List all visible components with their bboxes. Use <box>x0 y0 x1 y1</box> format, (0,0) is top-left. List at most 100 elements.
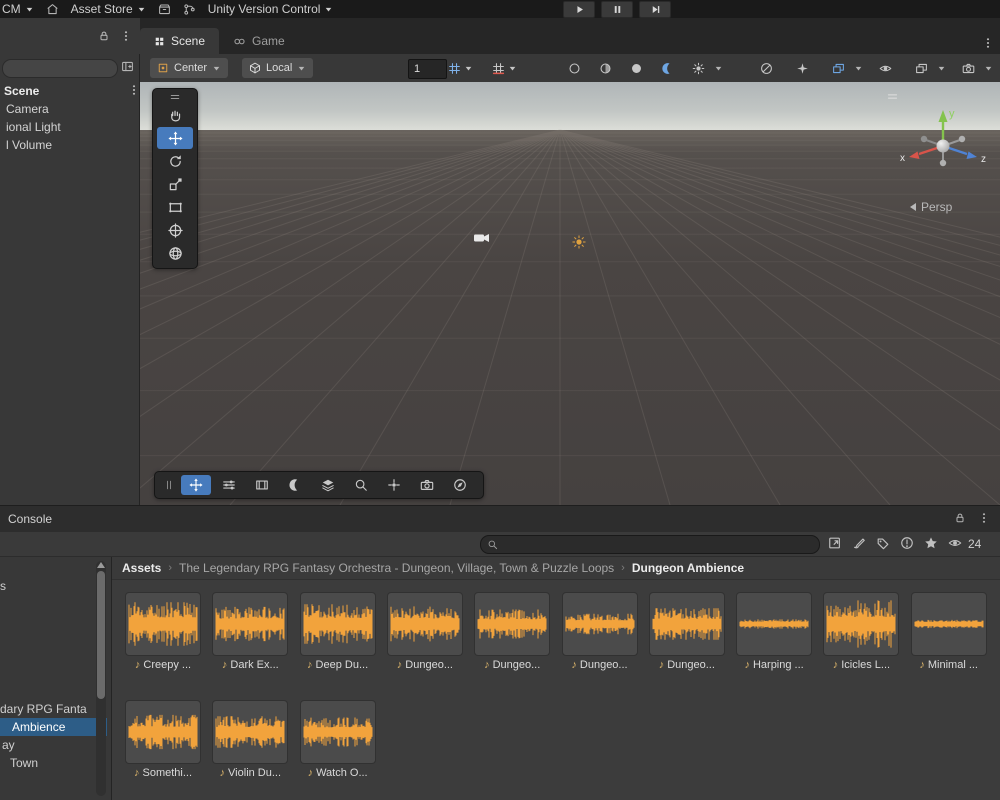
project-search-input[interactable] <box>502 538 819 552</box>
scene-grid-ground[interactable] <box>140 82 1000 505</box>
kebab-menu-icon[interactable] <box>978 512 990 524</box>
audio-waveform-thumbnail[interactable] <box>213 701 287 763</box>
tag-button[interactable] <box>876 536 890 550</box>
play-button[interactable] <box>563 1 595 18</box>
asset-tile[interactable]: ♪Deep Du... <box>301 593 375 671</box>
move-overlay-button[interactable] <box>181 475 211 495</box>
hierarchy-search[interactable] <box>2 59 118 78</box>
audio-waveform-thumbnail[interactable] <box>213 593 287 655</box>
asset-tile[interactable]: ♪Dark Ex... <box>213 593 287 671</box>
scene-viewport[interactable]: y x z Persp <box>140 82 1000 505</box>
step-button[interactable] <box>639 1 671 18</box>
rotate-tool-button[interactable] <box>157 150 193 172</box>
breadcrumb-item[interactable]: Dungeon Ambience <box>632 561 744 575</box>
kebab-menu-icon[interactable] <box>982 37 994 49</box>
kebab-menu-icon[interactable] <box>120 30 132 42</box>
speaker-mute-toggle[interactable] <box>752 58 780 78</box>
asset-tile[interactable]: ♪Watch O... <box>301 701 375 779</box>
audio-waveform-thumbnail[interactable] <box>126 701 200 763</box>
hidden-items-eye-icon[interactable] <box>948 536 962 550</box>
asset-tile[interactable]: ♪Dungeo... <box>563 593 637 671</box>
camera-toggle[interactable] <box>954 58 993 78</box>
overlay-drag-handle[interactable] <box>153 91 197 103</box>
audio-waveform-thumbnail[interactable] <box>301 701 375 763</box>
hierarchy-item[interactable]: l Volume <box>0 136 139 154</box>
pivot-dropdown[interactable]: Center <box>150 58 228 78</box>
layers-overlay-button[interactable] <box>313 475 343 495</box>
filmstrip-overlay-button[interactable] <box>247 475 277 495</box>
asset-tile[interactable]: ♪Dungeo... <box>388 593 462 671</box>
store-icon[interactable] <box>46 3 59 16</box>
grid-visibility-dropdown[interactable] <box>492 58 517 78</box>
asset-tile[interactable]: ♪Violin Du... <box>213 701 287 779</box>
tab-console[interactable]: Console <box>8 506 52 532</box>
project-search[interactable] <box>480 535 820 554</box>
scene-root-item[interactable]: Scene <box>4 82 39 100</box>
orientation-dropdown[interactable]: Local <box>242 58 313 78</box>
grid-snap-dropdown[interactable] <box>448 58 473 78</box>
asset-tile[interactable]: ♪Dungeo... <box>475 593 549 671</box>
cm-menu[interactable]: CM <box>2 2 34 16</box>
asset-store-menu[interactable]: Asset Store <box>71 2 146 16</box>
projection-mode-toggle[interactable]: Persp <box>910 200 952 214</box>
crescent-overlay-button[interactable] <box>280 475 310 495</box>
grid-size-input[interactable] <box>408 59 447 79</box>
move-tool-button[interactable] <box>157 127 193 149</box>
breadcrumb-item[interactable]: Assets <box>122 561 161 575</box>
archive-icon[interactable] <box>158 3 171 16</box>
warn-button[interactable] <box>900 536 914 550</box>
audio-waveform-thumbnail[interactable] <box>650 593 724 655</box>
eye-toggle[interactable] <box>871 58 899 78</box>
asset-tile[interactable]: ♪Icicles L... <box>824 593 898 671</box>
sparkle-toggle[interactable] <box>788 58 816 78</box>
star-button[interactable] <box>924 536 938 550</box>
stack-toggle[interactable] <box>907 58 946 78</box>
sun-toggle[interactable] <box>684 58 723 78</box>
asset-tile[interactable]: ♪Harping ... <box>737 593 811 671</box>
hand-tool-button[interactable] <box>157 104 193 126</box>
ring-toggle[interactable] <box>560 58 588 78</box>
asset-tile[interactable]: ♪Minimal ... <box>912 593 986 671</box>
audio-waveform-thumbnail[interactable] <box>388 593 462 655</box>
tree-item[interactable]: s <box>0 577 95 595</box>
asset-tile[interactable]: ♪Dungeo... <box>650 593 724 671</box>
tree-item[interactable]: Town <box>0 754 105 772</box>
version-control-menu[interactable]: Unity Version Control <box>208 2 334 16</box>
asset-tile[interactable]: ♪Somethi... <box>126 701 200 779</box>
tab-scene[interactable]: Scene <box>140 28 219 54</box>
hierarchy-item[interactable]: ional Light <box>0 118 139 136</box>
sphere-grid-tool-button[interactable] <box>157 242 193 264</box>
tree-item[interactable]: ay <box>0 736 97 754</box>
crescent-toggle[interactable] <box>653 58 681 78</box>
tree-item[interactable]: Ambience <box>0 718 107 736</box>
hierarchy-item[interactable]: Camera <box>0 100 139 118</box>
stack-toggle[interactable] <box>824 58 863 78</box>
scrollbar-thumb[interactable] <box>97 571 105 699</box>
node-overlay-button[interactable] <box>379 475 409 495</box>
audio-waveform-thumbnail[interactable] <box>912 593 986 655</box>
kebab-menu-icon[interactable] <box>128 84 140 96</box>
sphere-shaded-toggle[interactable] <box>591 58 619 78</box>
tree-scrollbar[interactable] <box>96 561 106 796</box>
tree-item[interactable]: dary RPG Fanta <box>0 700 95 718</box>
brush-button[interactable] <box>852 536 866 550</box>
panel-arrow-button[interactable] <box>828 536 842 550</box>
light-gizmo-icon[interactable] <box>572 235 586 249</box>
compass-overlay-button[interactable] <box>445 475 475 495</box>
tab-game[interactable]: Game <box>219 28 299 54</box>
scale-tool-button[interactable] <box>157 173 193 195</box>
lock-icon[interactable] <box>98 30 110 42</box>
dot-toggle[interactable] <box>622 58 650 78</box>
camera-overlay-button[interactable] <box>412 475 442 495</box>
audio-waveform-thumbnail[interactable] <box>475 593 549 655</box>
transform-tool-button[interactable] <box>157 219 193 241</box>
audio-waveform-thumbnail[interactable] <box>301 593 375 655</box>
magnifier-overlay-button[interactable] <box>346 475 376 495</box>
lock-icon[interactable] <box>954 512 966 524</box>
overlay-drag-handle[interactable] <box>163 479 175 491</box>
camera-gizmo-icon[interactable] <box>474 232 490 244</box>
audio-waveform-thumbnail[interactable] <box>824 593 898 655</box>
scroll-up-arrow[interactable] <box>97 562 105 568</box>
rect-tool-tool-button[interactable] <box>157 196 193 218</box>
audio-waveform-thumbnail[interactable] <box>126 593 200 655</box>
